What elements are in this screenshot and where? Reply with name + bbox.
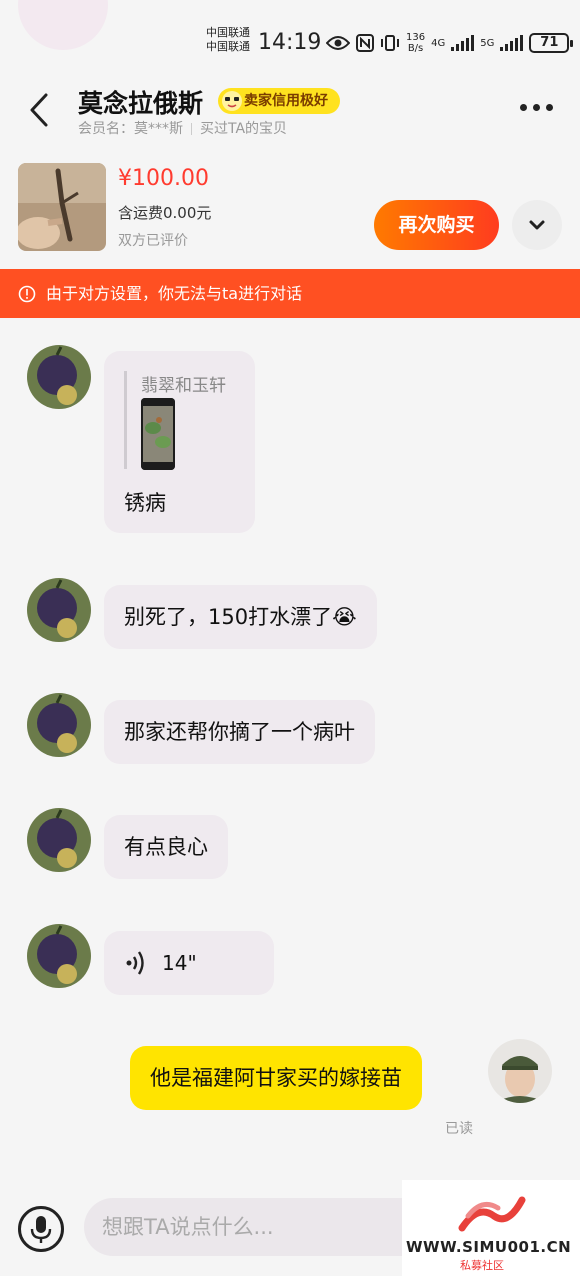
my-message-bubble[interactable]: 他是福建阿甘家买的嫁接苗 [130,1046,422,1110]
watermark-tag: 私募社区 [460,1259,504,1272]
signal-bars-1-icon [451,35,475,51]
buy-again-button[interactable]: 再次购买 [374,200,499,250]
quoted-image[interactable] [141,398,175,470]
credit-badge-label: 卖家信用极好 [244,93,328,109]
seller-avatar[interactable] [27,345,91,409]
watermark-site: WWW.SIMU001.CN [406,1238,572,1256]
signal-bars-2-icon [500,35,524,51]
smiley-icon [222,91,242,111]
shipping-fee: 含运费0.00元 [118,204,212,222]
review-status: 双方已评价 [118,233,188,249]
battery-indicator: 71 [529,33,574,53]
seller-name[interactable]: 莫念拉俄斯 [78,84,203,120]
watermark: WWW.SIMU001.CN 私募社区 [402,1180,580,1276]
read-status: 已读 [445,1121,473,1137]
message-bubble-quote[interactable]: 翡翠和玉轩 锈病 [104,351,255,533]
divider [191,123,192,135]
warning-icon [18,285,36,303]
quoted-message[interactable]: 翡翠和玉轩 [124,371,226,470]
plant-cutting-image [18,163,106,251]
chevron-down-icon [529,220,545,230]
chat-restriction-notice: 由于对方设置，你无法与ta进行对话 [0,269,580,318]
seller-avatar[interactable] [27,808,91,872]
quoted-sender-name: 翡翠和玉轩 [141,376,226,396]
seller-avatar[interactable] [27,924,91,988]
product-price: ¥100.00 [118,166,209,191]
my-avatar[interactable] [488,1039,552,1103]
message-text: 别死了，150打水漂了😭 [124,605,357,629]
clock: 14:19 [258,30,322,55]
site-logo-icon [458,1196,526,1232]
more-dot-icon [546,104,553,111]
seller-avatar[interactable] [27,693,91,757]
nfc-icon [356,34,374,52]
seller-avatar[interactable] [27,578,91,642]
message-bubble[interactable]: 别死了，150打水漂了😭 [104,585,377,649]
message-text: 那家还帮你摘了一个病叶 [124,720,355,744]
message-text: 他是福建阿甘家买的嫁接苗 [150,1066,402,1090]
more-dot-icon [533,104,540,111]
voice-wave-icon [126,951,144,975]
member-name: 会员名：莫***斯 [78,121,183,137]
chevron-left-icon [30,93,48,127]
notice-text: 由于对方设置，你无法与ta进行对话 [46,284,303,303]
product-thumbnail[interactable] [18,163,106,251]
status-bar: 中国联通 中国联通 14:19 136 B/s 4G 5G 71 [0,0,580,70]
carrier-2: 中国联通 [206,40,250,53]
voice-input-button[interactable] [18,1206,64,1252]
microphone-icon [30,1216,52,1243]
message-text: 有点良心 [124,835,208,859]
more-options-button[interactable] [520,104,553,111]
more-dot-icon [520,104,527,111]
status-icons: 136 B/s 4G 5G 71 [326,30,574,56]
net-type-1: 4G [431,37,446,49]
vibrate-icon [381,35,399,51]
voice-duration: 14" [162,951,197,975]
credit-badge[interactable]: 卖家信用极好 [218,88,340,114]
back-button[interactable] [26,92,56,128]
chat-header: 莫念拉俄斯 卖家信用极好 会员名：莫***斯 买过TA的宝贝 [0,70,580,148]
expand-button[interactable] [512,200,562,250]
carrier-1: 中国联通 [206,26,250,39]
voice-message-bubble[interactable]: 14" [104,931,274,995]
carrier-labels: 中国联通 中国联通 [206,26,250,54]
net-speed: 136 B/s [406,32,426,54]
message-bubble[interactable]: 那家还帮你摘了一个病叶 [104,700,375,764]
bought-items-link[interactable]: 买过TA的宝贝 [200,121,287,137]
product-card[interactable]: ¥100.00 含运费0.00元 双方已评价 再次购买 [0,148,580,268]
net-type-2: 5G [480,37,495,49]
message-text: 锈病 [124,491,166,515]
message-bubble[interactable]: 有点良心 [104,815,228,879]
eye-icon [326,36,350,50]
member-info: 会员名：莫***斯 买过TA的宝贝 [78,118,287,138]
decoration-circle [18,0,108,50]
